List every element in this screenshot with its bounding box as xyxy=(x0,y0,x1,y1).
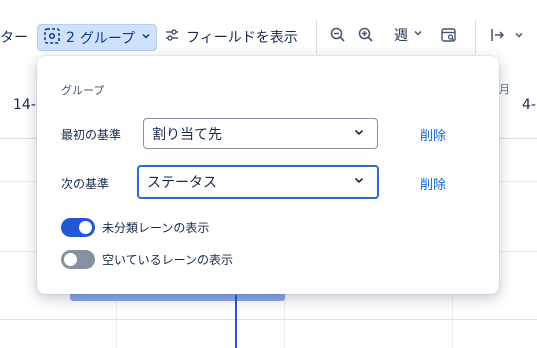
second-group-delete-button[interactable]: 削除 xyxy=(420,174,446,193)
row-divider xyxy=(0,319,537,320)
filter-label: ター xyxy=(0,30,28,46)
zoom-out-button[interactable] xyxy=(329,26,347,48)
group-button[interactable]: 2 グループ xyxy=(37,24,158,51)
toggle-knob xyxy=(79,221,92,234)
first-group-delete-button[interactable]: 削除 xyxy=(420,125,446,144)
date-header: 14- xyxy=(13,97,36,113)
first-group-label: 最初の基準 xyxy=(61,128,122,142)
timescale-label: 週 xyxy=(394,28,408,44)
calendar-search-icon xyxy=(440,26,458,48)
date-header: 4- xyxy=(522,97,536,113)
show-fields-label: フィールドを表示 xyxy=(186,30,298,46)
toggle-knob xyxy=(64,253,77,266)
toggle-unassigned-switch[interactable] xyxy=(61,218,95,237)
toggle-unassigned-label: 未分類レーンの表示 xyxy=(102,221,210,235)
export-icon xyxy=(489,26,507,48)
toggle-empty-label: 空いているレーンの表示 xyxy=(102,253,234,267)
month-header: 月 xyxy=(499,83,510,96)
toggle-unassigned-row: 未分類レーンの表示 xyxy=(61,218,209,237)
zoom-in-icon xyxy=(357,26,375,48)
toolbar-divider xyxy=(316,20,317,54)
chevron-down-icon xyxy=(353,126,365,142)
second-group-select[interactable]: ステータス xyxy=(137,165,379,199)
chevron-down-icon xyxy=(140,30,152,46)
today-marker xyxy=(235,295,237,348)
first-group-select[interactable]: 割り当て先 xyxy=(143,118,378,149)
group-popup: グループ 最初の基準 割り当て先 削除 次の基準 ステータス 削除 未分類レーン… xyxy=(37,56,499,294)
group-count: 2 xyxy=(66,29,75,46)
first-group-value: 割り当て先 xyxy=(152,126,222,143)
calendar-search-button[interactable] xyxy=(440,26,458,48)
zoom-in-button[interactable] xyxy=(357,26,375,48)
export-dropdown[interactable] xyxy=(489,26,525,48)
toggle-empty-switch[interactable] xyxy=(61,250,95,269)
popup-title: グループ xyxy=(61,84,105,97)
toolbar-divider xyxy=(475,20,476,54)
zoom-out-icon xyxy=(329,26,347,48)
show-fields-button[interactable]: フィールドを表示 xyxy=(164,25,298,49)
toggle-empty-row: 空いているレーンの表示 xyxy=(61,250,233,269)
filter-button[interactable]: ター xyxy=(0,25,28,49)
group-label: グループ xyxy=(79,30,136,47)
chevron-down-icon xyxy=(412,27,424,43)
chevron-down-icon xyxy=(353,174,365,190)
chevron-down-icon xyxy=(513,29,525,45)
group-icon xyxy=(43,27,61,49)
timescale-dropdown[interactable]: 週 xyxy=(394,25,424,45)
second-group-label: 次の基準 xyxy=(61,177,110,191)
sliders-icon xyxy=(164,27,180,47)
second-group-value: ステータス xyxy=(147,175,217,191)
